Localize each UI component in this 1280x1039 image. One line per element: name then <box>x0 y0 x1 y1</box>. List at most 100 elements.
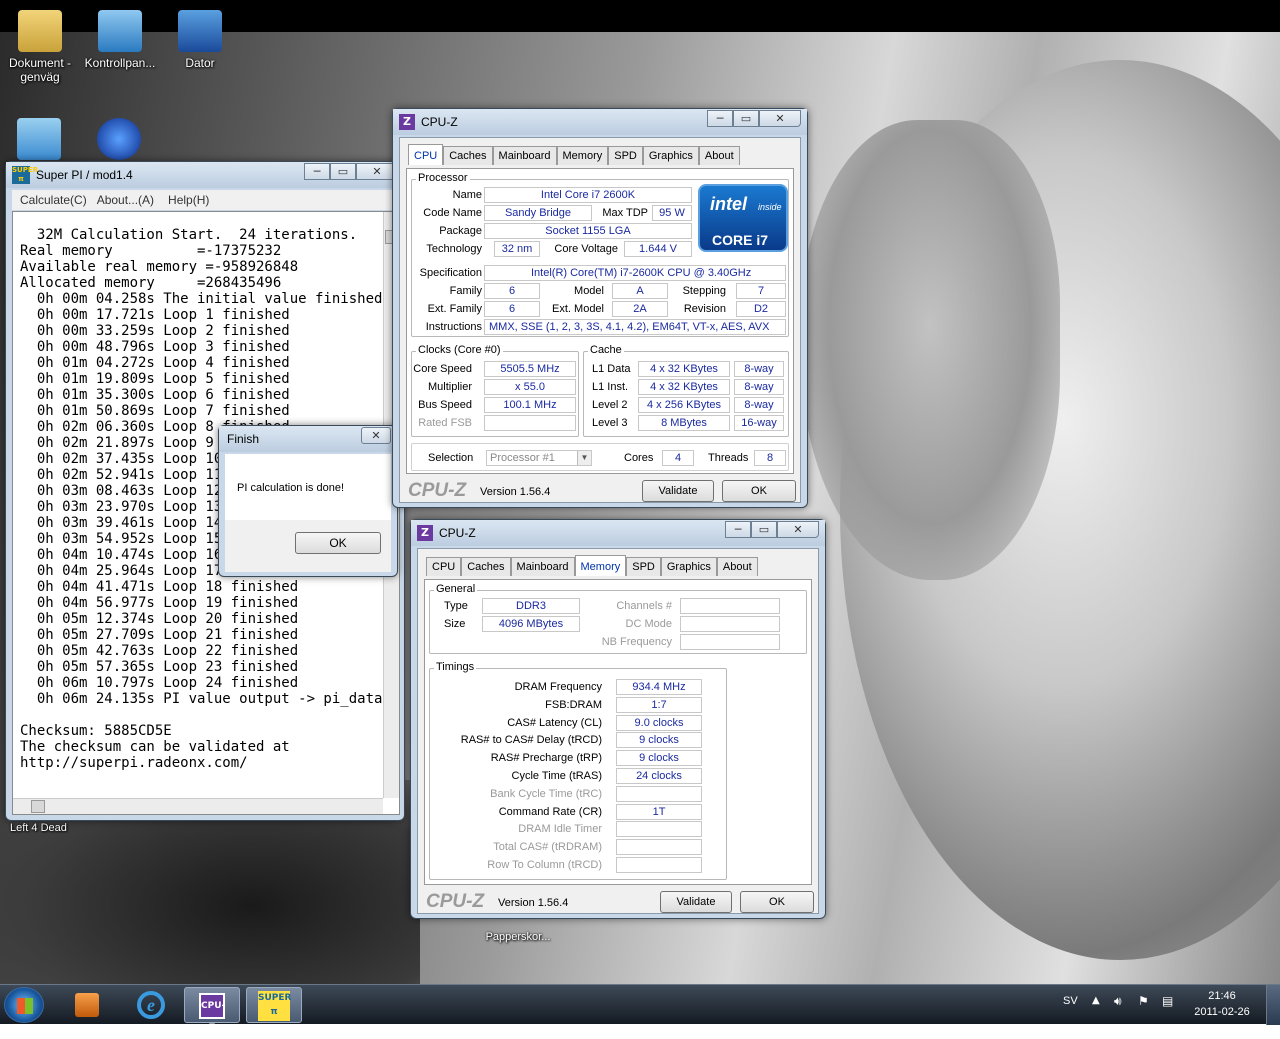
timing-label: RAS# to CAS# Delay (tRCD) <box>460 734 602 747</box>
tab-spd[interactable]: SPD <box>608 146 643 165</box>
family-label: Family <box>449 285 482 297</box>
desktop-icon-network[interactable] <box>14 118 64 164</box>
taskbar-cpuz[interactable]: CPU-Z <box>184 987 240 1033</box>
tab-memory[interactable]: Memory <box>574 555 627 576</box>
start-button[interactable] <box>4 987 44 1023</box>
maximize-button[interactable]: ▭ <box>330 163 356 180</box>
model-label: Model <box>574 285 604 297</box>
timing-label: DRAM Idle Timer <box>518 823 602 836</box>
minimize-button[interactable]: ─ <box>725 521 751 538</box>
instructions-value: MMX, SSE (1, 2, 3, 3S, 4.1, 4.2), EM64T,… <box>484 319 786 335</box>
timing-label: FSB:DRAM <box>545 698 602 711</box>
tab-mainboard[interactable]: Mainboard <box>492 146 557 165</box>
timing-value <box>616 821 702 838</box>
desktop-icon-documents[interactable]: Dokument - genväg <box>2 10 78 84</box>
console-line: Available real memory =-958926848 <box>20 259 299 275</box>
maximize-button[interactable]: ▭ <box>751 521 777 538</box>
console-line: The checksum can be validated at <box>20 739 290 755</box>
clocks-group-title: Clocks (Core #0) <box>416 344 503 356</box>
dcmode-value <box>680 616 780 632</box>
desktop-icon-left4dead[interactable]: Left 4 Dead <box>0 821 76 835</box>
taskbar-media-player[interactable] <box>64 987 110 1023</box>
threads-value: 8 <box>754 450 786 466</box>
timing-label: CAS# Latency (CL) <box>507 716 602 729</box>
name-value: Intel Core i7 2600K <box>484 187 692 203</box>
extfamily-value: 6 <box>484 301 540 317</box>
horizontal-scrollbar[interactable] <box>13 798 383 814</box>
tab-cpu[interactable]: CPU <box>408 144 444 165</box>
internet-explorer-icon: e <box>137 991 165 1019</box>
show-desktop-button[interactable] <box>1266 985 1280 1025</box>
cache-group-title: Cache <box>588 344 624 356</box>
desktop-icon-globe[interactable] <box>94 118 144 164</box>
timing-label: Cycle Time (tRAS) <box>511 770 602 782</box>
busspeed-value: 100.1 MHz <box>484 397 576 413</box>
action-center-flag-icon[interactable]: ⚑ <box>1138 994 1149 1008</box>
volume-icon[interactable]: 🔊︎ <box>1114 994 1122 1009</box>
clock-date[interactable]: 2011-02-26 <box>1190 1006 1254 1018</box>
cache-group: Cache L1 Data 4 x 32 KBytes 8-way L1 Ins… <box>583 344 789 437</box>
desktop-icon-control-panel[interactable]: Kontrollpan... <box>82 10 158 70</box>
cpuz-cpu-window[interactable]: Z CPU-Z ─ ▭ ✕ CPU Caches Mainboard Memor… <box>392 108 808 508</box>
menu-help[interactable]: Help(H) <box>168 193 209 207</box>
clock-time[interactable]: 21:46 <box>1196 990 1248 1002</box>
menu-calculate[interactable]: Calculate(C) <box>20 193 87 207</box>
minimize-button[interactable]: ─ <box>304 163 330 180</box>
close-button[interactable]: ✕ <box>361 427 391 444</box>
wallpaper-face <box>800 120 1060 580</box>
tab-about[interactable]: About <box>716 557 758 576</box>
tab-graphics[interactable]: Graphics <box>642 146 699 165</box>
menu-about[interactable]: About...(A) <box>97 193 154 207</box>
tab-mainboard[interactable]: Mainboard <box>510 557 575 576</box>
l1inst-value: 4 x 32 KBytes <box>638 379 730 395</box>
type-value: DDR3 <box>482 598 580 614</box>
maxtdp-label: Max TDP <box>602 207 648 219</box>
cpuz-titlebar[interactable]: Z CPU-Z ─ ▭ ✕ <box>393 109 807 135</box>
type-label: Type <box>444 600 468 612</box>
tab-spd[interactable]: SPD <box>626 557 661 576</box>
taskbar-internet-explorer[interactable]: e <box>126 987 176 1023</box>
superpi-titlebar[interactable]: SUPER π Super PI / mod1.4 ─ ▭ ✕ <box>6 162 404 188</box>
maximize-button[interactable]: ▭ <box>733 110 759 127</box>
timings-group-title: Timings <box>434 661 477 673</box>
desktop-icon-computer[interactable]: Dator <box>162 10 238 70</box>
close-button[interactable]: ✕ <box>777 521 819 538</box>
console-line: 0h 00m 17.721s Loop 1 finished <box>20 307 290 323</box>
console-line: 0h 00m 33.259s Loop 2 finished <box>20 323 290 339</box>
cpuz-title: CPU-Z <box>421 115 458 129</box>
desktop-icon-recycle-bin[interactable]: Papperskor... <box>480 930 556 944</box>
timing-value: 9 clocks <box>616 750 702 767</box>
hscrollbar-thumb[interactable] <box>31 800 45 813</box>
finish-dialog[interactable]: Finish ✕ PI calculation is done! OK <box>218 425 398 577</box>
tab-about[interactable]: About <box>698 146 740 165</box>
language-indicator[interactable]: SV <box>1063 995 1078 1007</box>
network-icon[interactable]: ▤ <box>1162 994 1173 1008</box>
show-hidden-icons[interactable]: ▲ <box>1092 995 1100 1006</box>
ok-button[interactable]: OK <box>722 480 796 502</box>
timing-value: 24 clocks <box>616 768 702 784</box>
console-line: 0h 05m 27.709s Loop 21 finished <box>20 627 299 643</box>
finish-dialog-titlebar[interactable]: Finish ✕ <box>219 426 397 452</box>
timing-label: Command Rate (CR) <box>498 805 602 818</box>
cpuz-memory-window[interactable]: Z CPU-Z ─ ▭ ✕ CPU Caches Mainboard Memor… <box>410 519 826 919</box>
console-line: 0h 00m 48.796s Loop 3 finished <box>20 339 290 355</box>
validate-button[interactable]: Validate <box>642 480 714 502</box>
technology-value: 32 nm <box>494 241 540 257</box>
tab-cpu[interactable]: CPU <box>426 557 462 576</box>
cpuz-titlebar[interactable]: Z CPU-Z ─ ▭ ✕ <box>411 520 825 546</box>
timing-value: 1:7 <box>616 696 702 713</box>
tab-caches[interactable]: Caches <box>461 557 511 576</box>
validate-button[interactable]: Validate <box>660 891 732 913</box>
close-button[interactable]: ✕ <box>759 110 801 127</box>
tab-graphics[interactable]: Graphics <box>660 557 717 576</box>
tab-memory[interactable]: Memory <box>556 146 609 165</box>
taskbar-superpi[interactable]: SUPER π <box>246 987 302 1023</box>
minimize-button[interactable]: ─ <box>707 110 733 127</box>
finish-ok-button[interactable]: OK <box>295 532 381 554</box>
l1data-way: 8-way <box>734 361 784 377</box>
cpuz-title: CPU-Z <box>439 526 476 540</box>
tab-caches[interactable]: Caches <box>443 146 493 165</box>
ok-button[interactable]: OK <box>740 891 814 913</box>
processor-select[interactable]: Processor #1 ▼ <box>486 450 592 466</box>
intel-inside-text: inside <box>758 202 782 212</box>
